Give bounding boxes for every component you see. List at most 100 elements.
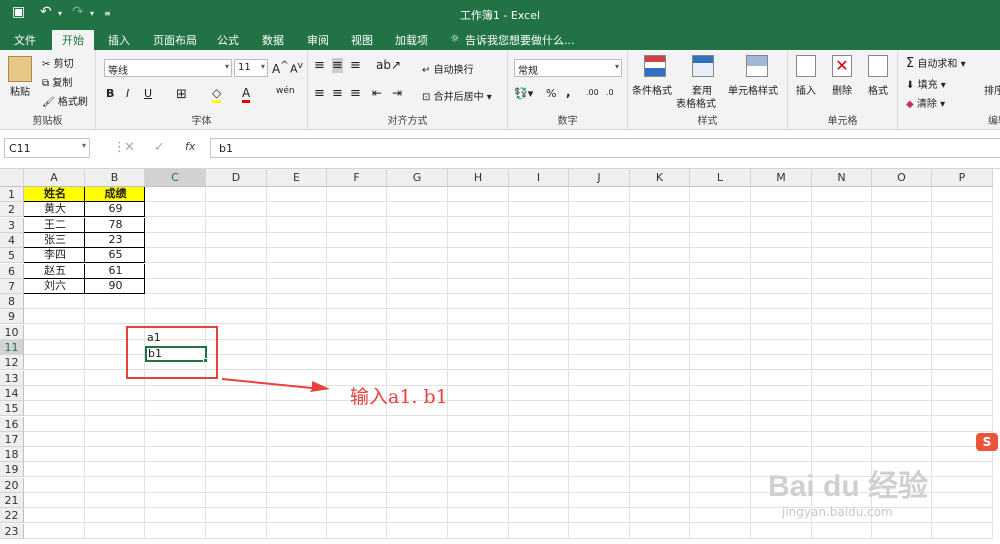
- cell[interactable]: [630, 309, 690, 325]
- cell[interactable]: [448, 187, 509, 202]
- cell[interactable]: [872, 355, 932, 371]
- cell[interactable]: [872, 385, 932, 401]
- cell[interactable]: [267, 355, 327, 371]
- cell[interactable]: [448, 248, 509, 264]
- cell[interactable]: [387, 462, 448, 478]
- cell[interactable]: [448, 355, 509, 371]
- cell[interactable]: [751, 324, 812, 340]
- cell[interactable]: [509, 385, 569, 401]
- row-header-8[interactable]: 8: [0, 294, 24, 310]
- cell[interactable]: [932, 385, 993, 401]
- cell[interactable]: [630, 187, 690, 202]
- cell-styles-button[interactable]: 单元格样式: [728, 82, 778, 97]
- row-header-21[interactable]: 21: [0, 493, 24, 508]
- table-cell[interactable]: 23: [85, 232, 145, 248]
- cell[interactable]: [932, 355, 993, 371]
- cell[interactable]: [448, 217, 509, 233]
- cell[interactable]: [24, 431, 85, 447]
- cell-styles-icon[interactable]: [746, 55, 768, 77]
- cell[interactable]: [872, 263, 932, 279]
- cell[interactable]: [267, 263, 327, 279]
- cell[interactable]: [145, 232, 206, 248]
- cell[interactable]: [145, 416, 206, 432]
- cell[interactable]: [267, 523, 327, 539]
- cell[interactable]: [872, 340, 932, 355]
- cell[interactable]: [932, 523, 993, 539]
- cell[interactable]: [569, 340, 630, 355]
- cell[interactable]: [24, 508, 85, 524]
- cell[interactable]: [690, 202, 751, 218]
- cell[interactable]: [932, 294, 993, 310]
- cell[interactable]: [448, 232, 509, 248]
- cell[interactable]: [690, 232, 751, 248]
- italic-button[interactable]: I: [126, 87, 129, 100]
- align-middle-icon[interactable]: ≡: [332, 58, 343, 73]
- cell[interactable]: [751, 278, 812, 294]
- cell[interactable]: [145, 385, 206, 401]
- cell[interactable]: [267, 493, 327, 508]
- cell[interactable]: [630, 462, 690, 478]
- cell[interactable]: [327, 355, 387, 371]
- cell[interactable]: [267, 401, 327, 417]
- cell[interactable]: [206, 447, 267, 463]
- cell[interactable]: [812, 248, 872, 264]
- cell[interactable]: [872, 248, 932, 264]
- cell[interactable]: [872, 187, 932, 202]
- font-name-combo[interactable]: 等线 ▾: [104, 59, 232, 77]
- row-header-3[interactable]: 3: [0, 217, 24, 233]
- cell[interactable]: [569, 385, 630, 401]
- decrease-indent-icon[interactable]: ⇤: [372, 86, 382, 100]
- cell[interactable]: [812, 416, 872, 432]
- delete-cells-button[interactable]: 删除: [832, 82, 852, 97]
- cell[interactable]: [145, 202, 206, 218]
- formula-input[interactable]: b1: [210, 138, 1000, 158]
- cell[interactable]: [448, 493, 509, 508]
- cell[interactable]: [267, 447, 327, 463]
- cell[interactable]: [145, 508, 206, 524]
- cell[interactable]: [267, 232, 327, 248]
- table-header-cell[interactable]: 姓名: [24, 187, 85, 202]
- cell[interactable]: [24, 309, 85, 325]
- fill-button[interactable]: ⬇ 填充 ▾: [906, 76, 946, 91]
- cell[interactable]: [751, 340, 812, 355]
- row-header-22[interactable]: 22: [0, 508, 24, 524]
- column-header-i[interactable]: I: [509, 169, 569, 187]
- cell[interactable]: [569, 370, 630, 386]
- row-header-11[interactable]: 11: [0, 340, 24, 355]
- currency-icon[interactable]: 💱▾: [514, 87, 533, 100]
- cell[interactable]: [145, 217, 206, 233]
- cell[interactable]: [872, 431, 932, 447]
- cell[interactable]: [206, 309, 267, 325]
- cell[interactable]: [812, 278, 872, 294]
- cell[interactable]: [872, 202, 932, 218]
- cell[interactable]: [932, 462, 993, 478]
- cell[interactable]: [327, 202, 387, 218]
- decrease-decimal-icon[interactable]: .0: [606, 88, 614, 97]
- cell[interactable]: [387, 294, 448, 310]
- cell[interactable]: [327, 462, 387, 478]
- cell[interactable]: [327, 263, 387, 279]
- cell[interactable]: [932, 232, 993, 248]
- cell[interactable]: [509, 309, 569, 325]
- cell[interactable]: [630, 248, 690, 264]
- wrap-text-button[interactable]: ↵ 自动换行: [422, 61, 474, 76]
- row-header-19[interactable]: 19: [0, 462, 24, 478]
- cell[interactable]: [509, 355, 569, 371]
- cell[interactable]: [630, 385, 690, 401]
- cell[interactable]: [387, 202, 448, 218]
- cell[interactable]: [690, 248, 751, 264]
- percent-button[interactable]: %: [546, 87, 556, 100]
- cell[interactable]: [85, 462, 145, 478]
- cell[interactable]: [569, 187, 630, 202]
- tab-page-layout[interactable]: 页面布局: [153, 32, 197, 48]
- copy-button[interactable]: ⧉ 复制: [42, 74, 72, 89]
- cell[interactable]: [630, 523, 690, 539]
- cell[interactable]: [24, 477, 85, 493]
- cell[interactable]: [751, 263, 812, 279]
- cell[interactable]: [85, 523, 145, 539]
- cell[interactable]: [872, 370, 932, 386]
- cell[interactable]: [509, 416, 569, 432]
- cell[interactable]: [509, 340, 569, 355]
- row-header-13[interactable]: 13: [0, 370, 24, 386]
- cell[interactable]: [145, 493, 206, 508]
